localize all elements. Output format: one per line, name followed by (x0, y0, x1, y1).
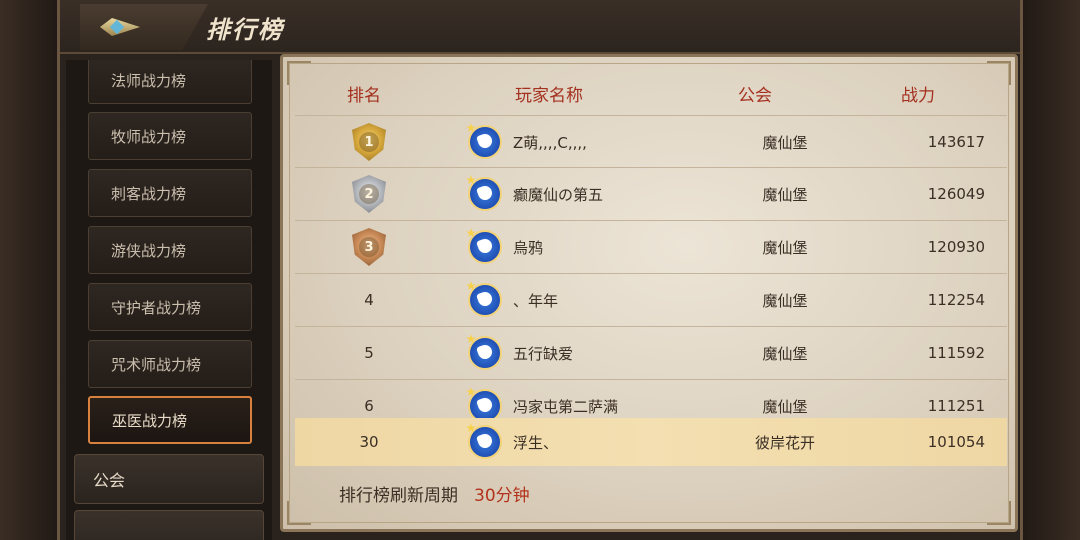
column-header-guild: 公会 (738, 86, 772, 106)
avatar-icon[interactable] (468, 230, 502, 264)
rank-cell: 1 (349, 116, 389, 168)
table-row[interactable]: 4 、年年 魔仙堡 112254 (295, 273, 1007, 326)
back-gem-icon (100, 18, 140, 36)
avatar-icon[interactable] (468, 125, 502, 159)
table-row[interactable]: 5 五行缺爱 魔仙堡 111592 (295, 326, 1007, 379)
avatar-cell (467, 221, 503, 273)
guild-name: 魔仙堡 (762, 291, 808, 310)
guild-name: 魔仙堡 (762, 344, 808, 363)
power-value: 126049 (927, 185, 985, 203)
corner-ornament (987, 61, 1011, 85)
rank-number: 3 (359, 237, 379, 257)
bronze-medal-icon: 3 (352, 228, 386, 266)
table-row[interactable]: 2 癫魔仙の第五 魔仙堡 126049 (295, 167, 1007, 220)
my-rank-row[interactable]: 30 浮生、 彼岸花开 101054 (295, 418, 1007, 466)
gold-medal-icon: 1 (352, 123, 386, 161)
guild-name: 魔仙堡 (762, 185, 808, 204)
sidebar-item-priest[interactable]: 牧师战力榜 (88, 112, 252, 160)
sidebar-item-witch-doctor[interactable]: 巫医战力榜 (88, 396, 252, 444)
corner-ornament (287, 61, 311, 85)
rank-number: 4 (364, 291, 374, 309)
sidebar-item-warlock[interactable]: 咒术师战力榜 (88, 340, 252, 388)
corner-ornament (287, 501, 311, 525)
sidebar-item-ranger[interactable]: 游侠战力榜 (88, 226, 252, 274)
guild-name: 魔仙堡 (762, 133, 808, 152)
power-value: 143617 (927, 133, 985, 151)
corner-ornament (987, 501, 1011, 525)
guild-name: 魔仙堡 (762, 238, 808, 257)
page-title: 排行榜 (206, 16, 284, 44)
refresh-value: 30分钟 (474, 486, 530, 506)
column-header-rank: 排名 (347, 86, 381, 106)
power-value: 101054 (927, 433, 985, 451)
avatar-cell (467, 168, 503, 220)
refresh-label: 排行榜刷新周期 (339, 486, 458, 506)
ranking-panel: 排名 玩家名称 公会 战力 1 Z萌,,,,C,,,, 魔仙堡 143617 2… (280, 54, 1018, 532)
player-name: 癫魔仙の第五 (513, 185, 604, 204)
sidebar-item-assassin[interactable]: 刺客战力榜 (88, 169, 252, 217)
rank-number: 30 (359, 433, 379, 451)
rank-number: 2 (359, 184, 379, 204)
rank-cell: 2 (349, 168, 389, 220)
column-header-name: 玩家名称 (515, 86, 583, 106)
avatar-cell (467, 274, 503, 326)
sidebar-group-guild[interactable]: 公会 (74, 454, 264, 504)
player-name: Z萌,,,,C,,,, (513, 133, 587, 152)
player-name: 、年年 (513, 291, 559, 310)
rank-cell: 3 (349, 221, 389, 273)
refresh-info: 排行榜刷新周期 30分钟 (339, 481, 530, 506)
avatar-icon[interactable] (468, 425, 502, 459)
table-row[interactable]: 3 烏鸦 魔仙堡 120930 (295, 220, 1007, 273)
guild-name: 彼岸花开 (754, 433, 815, 452)
back-button[interactable] (80, 4, 208, 50)
avatar-icon[interactable] (468, 283, 502, 317)
sidebar-item-mage[interactable]: 法师战力榜 (88, 60, 252, 104)
sidebar: 法师战力榜 牧师战力榜 刺客战力榜 游侠战力榜 守护者战力榜 咒术师战力榜 巫医… (66, 60, 272, 540)
power-value: 120930 (927, 238, 985, 256)
power-value: 111592 (927, 344, 985, 362)
column-header-power: 战力 (901, 86, 935, 106)
sidebar-group-next[interactable] (74, 510, 264, 540)
rank-number: 5 (364, 344, 374, 362)
avatar-cell (467, 327, 503, 379)
avatar-icon[interactable] (468, 177, 502, 211)
avatar-icon[interactable] (468, 336, 502, 370)
right-frame (1020, 0, 1080, 540)
avatar-cell (467, 116, 503, 168)
player-name: 浮生、 (513, 433, 559, 452)
left-frame (0, 0, 60, 540)
player-name: 烏鸦 (513, 238, 544, 257)
player-name: 五行缺爱 (513, 344, 574, 363)
top-bar: 排行榜 (60, 0, 1020, 54)
avatar-cell (467, 418, 503, 466)
table-row[interactable]: 1 Z萌,,,,C,,,, 魔仙堡 143617 (295, 115, 1007, 168)
rank-number: 1 (359, 132, 379, 152)
power-value: 112254 (927, 291, 985, 309)
silver-medal-icon: 2 (352, 175, 386, 213)
sidebar-item-guardian[interactable]: 守护者战力榜 (88, 283, 252, 331)
